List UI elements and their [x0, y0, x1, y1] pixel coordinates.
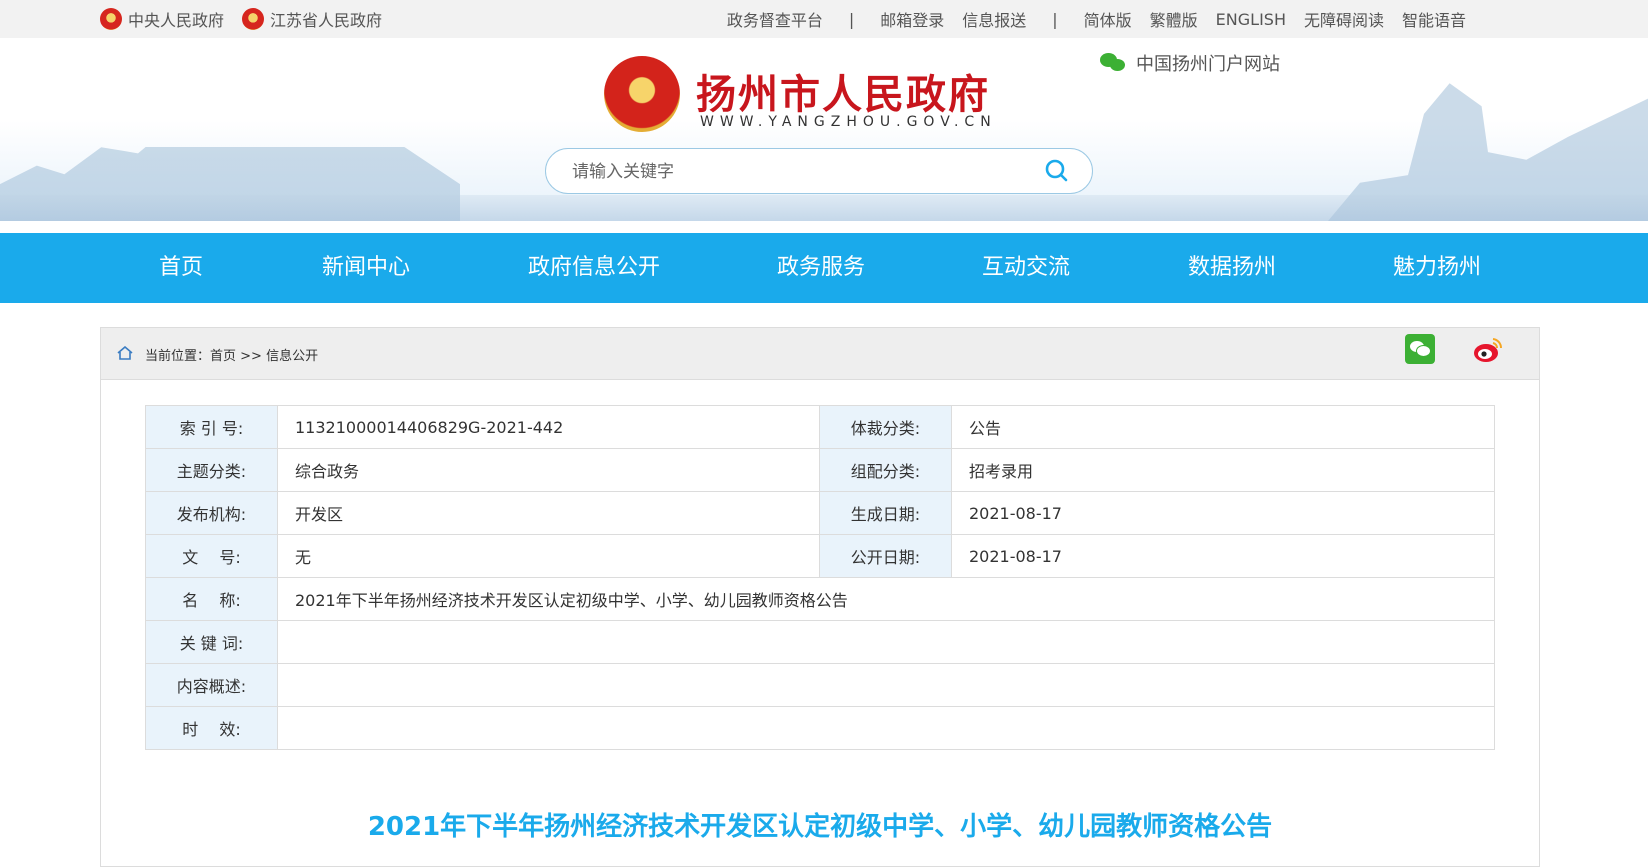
keywords-label: 关 键 词: [145, 620, 278, 664]
content-frame: 当前位置：首页 >> 信息公开 索 引 号: 11321000014406829… [100, 327, 1540, 867]
table-row: 名 称: 2021年下半年扬州经济技术开发区认定初级中学、小学、幼儿园教师资格公… [145, 577, 1495, 621]
table-row: 发布机构: 开发区 生成日期: 2021-08-17 [145, 491, 1495, 535]
validity-value [277, 706, 1495, 750]
keywords-value [277, 620, 1495, 664]
search-input[interactable] [570, 157, 1014, 187]
accessible-reading-link[interactable]: 无障碍阅读 [1304, 7, 1384, 31]
site-title[interactable]: 扬州市人民政府 [696, 62, 990, 120]
site-url: WWW.YANGZHOU.GOV.CN [700, 114, 997, 130]
assign-value: 招考录用 [951, 448, 1495, 492]
table-row: 内容概述: [145, 663, 1495, 707]
topic-label: 主题分类: [145, 448, 278, 492]
metadata-table: 索 引 号: 11321000014406829G-2021-442 体裁分类:… [145, 405, 1495, 750]
platform-link[interactable]: 政务督查平台 [727, 7, 823, 31]
info-report-link[interactable]: 信息报送 [962, 7, 1026, 31]
mail-login-link[interactable]: 邮箱登录 [880, 7, 944, 31]
nav-charm[interactable]: 魅力扬州 [1393, 233, 1481, 303]
traditional-link[interactable]: 繁體版 [1150, 7, 1198, 31]
table-row: 主题分类: 综合政务 组配分类: 招考录用 [145, 448, 1495, 492]
breadcrumb-home[interactable]: 首页 [210, 349, 236, 364]
nav-home[interactable]: 首页 [159, 233, 203, 303]
search-icon[interactable] [1044, 158, 1068, 182]
voice-link[interactable]: 智能语音 [1402, 7, 1466, 31]
national-emblem-icon [242, 8, 265, 30]
top-links-left: 中央人民政府 江苏省人民政府 [100, 0, 382, 38]
name-value: 2021年下半年扬州经济技术开发区认定初级中学、小学、幼儿园教师资格公告 [277, 577, 1495, 621]
top-bar: 中央人民政府 江苏省人民政府 政务督查平台 | 邮箱登录 信息报送 | 简体版 … [0, 0, 1648, 38]
created-value: 2021-08-17 [951, 491, 1495, 535]
public-label: 公开日期: [819, 534, 952, 578]
breadcrumb-sep: >> [236, 349, 267, 364]
name-label: 名 称: [145, 577, 278, 621]
docno-value: 无 [277, 534, 820, 578]
org-value: 开发区 [277, 491, 820, 535]
genre-label: 体裁分类: [819, 405, 952, 449]
share-wechat-icon[interactable] [1405, 334, 1435, 364]
central-gov-link[interactable]: 中央人民政府 [100, 7, 224, 31]
divider: | [848, 9, 855, 29]
table-row: 时 效: [145, 706, 1495, 750]
nav-interaction[interactable]: 互动交流 [982, 233, 1070, 303]
document-title: 2021年下半年扬州经济技术开发区认定初级中学、小学、幼儿园教师资格公告 [367, 812, 1273, 842]
portal-link[interactable]: 中国扬州门户网站 [1100, 50, 1280, 76]
skyline-base-image [0, 195, 1648, 221]
summary-value [277, 663, 1495, 707]
index-value: 11321000014406829G-2021-442 [277, 405, 820, 449]
breadcrumb-current[interactable]: 信息公开 [266, 349, 318, 364]
summary-label: 内容概述: [145, 663, 278, 707]
public-value: 2021-08-17 [951, 534, 1495, 578]
top-links-right: 政务督查平台 | 邮箱登录 信息报送 | 简体版 繁體版 ENGLISH 无障碍… [709, 0, 1466, 38]
share-weibo-icon[interactable] [1473, 336, 1503, 364]
topic-value: 综合政务 [277, 448, 820, 492]
jiangsu-gov-link[interactable]: 江苏省人民政府 [242, 7, 382, 31]
nav-news[interactable]: 新闻中心 [322, 233, 410, 303]
home-icon [117, 346, 133, 360]
breadcrumb-text: 当前位置：首页 >> 信息公开 [145, 345, 318, 364]
created-label: 生成日期: [819, 491, 952, 535]
breadcrumb: 当前位置：首页 >> 信息公开 [101, 328, 1539, 380]
breadcrumb-label: 当前位置： [145, 349, 211, 364]
national-emblem-icon [100, 8, 122, 30]
table-row: 关 键 词: [145, 620, 1495, 664]
search-box [545, 148, 1093, 194]
header-banner: 扬州市人民政府 WWW.YANGZHOU.GOV.CN 中国扬州门户网站 [0, 38, 1648, 221]
nav-data[interactable]: 数据扬州 [1188, 233, 1276, 303]
english-link[interactable]: ENGLISH [1216, 10, 1286, 29]
simplified-link[interactable]: 简体版 [1084, 7, 1132, 31]
genre-value: 公告 [951, 405, 1495, 449]
index-label: 索 引 号: [145, 405, 278, 449]
national-emblem-logo[interactable] [604, 56, 680, 132]
validity-label: 时 效: [145, 706, 278, 750]
org-label: 发布机构: [145, 491, 278, 535]
table-row: 文 号: 无 公开日期: 2021-08-17 [145, 534, 1495, 578]
assign-label: 组配分类: [819, 448, 952, 492]
nav-gov-info[interactable]: 政府信息公开 [528, 233, 660, 303]
divider: | [1052, 9, 1058, 29]
docno-label: 文 号: [145, 534, 278, 578]
portal-label: 中国扬州门户网站 [1136, 54, 1280, 75]
main-nav: 首页 新闻中心 政府信息公开 政务服务 互动交流 数据扬州 魅力扬州 [0, 233, 1648, 303]
table-row: 索 引 号: 11321000014406829G-2021-442 体裁分类:… [145, 405, 1495, 449]
wechat-icon [1100, 53, 1126, 73]
nav-services[interactable]: 政务服务 [777, 233, 865, 303]
